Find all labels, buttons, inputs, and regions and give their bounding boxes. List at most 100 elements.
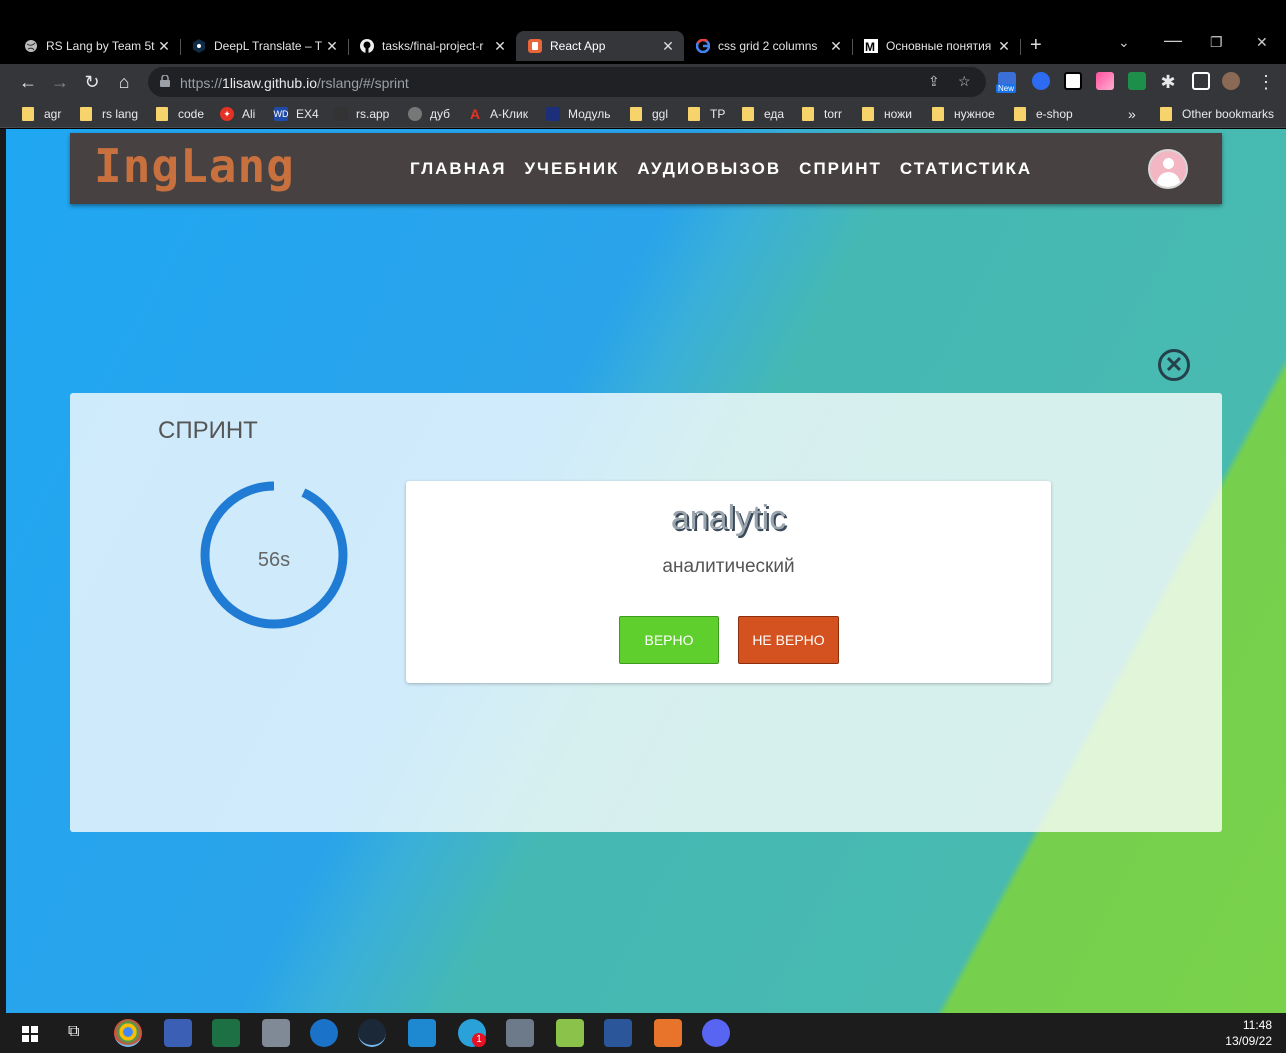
- share-icon[interactable]: ⇪: [928, 73, 940, 90]
- reload-icon[interactable]: ↻: [80, 70, 104, 94]
- tab-separator: [1020, 39, 1021, 55]
- tab-title: React App: [550, 39, 606, 53]
- globe-icon: [24, 39, 38, 53]
- back-icon[interactable]: ←: [16, 70, 40, 94]
- restore-icon[interactable]: ❐: [1210, 34, 1223, 51]
- close-game-icon[interactable]: ✕: [1158, 349, 1190, 381]
- bookmark-nuzhnoe[interactable]: нужное: [932, 105, 995, 123]
- bookmark-torr[interactable]: torr: [802, 105, 842, 123]
- bookmark-ggl[interactable]: ggl: [630, 105, 668, 123]
- address-bar[interactable]: https://1lisaw.github.io/rslang/#/sprint…: [148, 67, 986, 97]
- menu-dots-icon[interactable]: ⋮: [1254, 70, 1278, 94]
- extension-bookmark-icon[interactable]: [1032, 72, 1050, 90]
- butterfly-taskbar-icon[interactable]: [654, 1019, 682, 1047]
- chrome-taskbar-icon[interactable]: [114, 1019, 142, 1047]
- vscode-taskbar-icon[interactable]: [408, 1019, 436, 1047]
- bookmark-a-click[interactable]: A А-Клик: [468, 105, 528, 123]
- home-icon[interactable]: ⌂: [112, 70, 136, 94]
- folder-icon: [802, 107, 814, 121]
- timer-label: 56s: [257, 549, 291, 571]
- discord-taskbar-icon[interactable]: [702, 1019, 730, 1047]
- tab-deepl[interactable]: DeepL Translate – T ✕: [180, 31, 349, 61]
- tab-github[interactable]: tasks/final-project-r ✕: [348, 31, 517, 61]
- save-app-taskbar-icon[interactable]: [164, 1019, 192, 1047]
- windows-start-icon[interactable]: [22, 1026, 38, 1042]
- bookmark-tp[interactable]: TP: [688, 105, 725, 123]
- profile-avatar[interactable]: [1222, 72, 1240, 90]
- app-logo[interactable]: IngLang: [94, 139, 295, 193]
- translation-word: аналитический: [662, 556, 795, 577]
- bookmark-agr[interactable]: agr: [22, 105, 61, 123]
- bookmark-ali[interactable]: ✦ Ali: [220, 105, 255, 123]
- tab-osnovnye[interactable]: M Основные понятия ✕: [852, 31, 1021, 61]
- tab-close-icon[interactable]: ✕: [492, 38, 508, 55]
- tab-close-icon[interactable]: ✕: [828, 38, 844, 55]
- telegram-taskbar-icon[interactable]: 1: [458, 1019, 486, 1047]
- bookmark-label: ggl: [652, 107, 669, 121]
- forward-icon[interactable]: →: [48, 70, 72, 94]
- extension-green-icon[interactable]: [1128, 72, 1146, 90]
- correct-button[interactable]: ВЕРНО: [619, 616, 719, 664]
- minimize-icon[interactable]: —: [1164, 30, 1182, 51]
- tool-taskbar-icon[interactable]: [506, 1019, 534, 1047]
- nav-audiochallenge[interactable]: АУДИОВЫЗОВ: [637, 159, 781, 179]
- wrong-button[interactable]: НЕ ВЕРНО: [738, 616, 839, 664]
- new-tab-button[interactable]: +: [1030, 34, 1042, 57]
- side-panel-icon[interactable]: [1192, 72, 1210, 90]
- nav-textbook[interactable]: УЧЕБНИК: [524, 159, 619, 179]
- excel-taskbar-icon[interactable]: [212, 1019, 240, 1047]
- notepad-taskbar-icon[interactable]: [556, 1019, 584, 1047]
- tab-close-icon[interactable]: ✕: [156, 38, 172, 55]
- bookmark-label: еда: [764, 107, 785, 121]
- tab-close-icon[interactable]: ✕: [324, 38, 340, 55]
- folder-icon: [80, 107, 92, 121]
- tab-rs-lang[interactable]: RS Lang by Team 5t ✕: [12, 31, 181, 61]
- network-taskbar-icon[interactable]: [262, 1019, 290, 1047]
- steam-taskbar-icon[interactable]: [358, 1019, 386, 1047]
- tab-google[interactable]: css grid 2 columns ✕: [684, 31, 853, 61]
- tab-title: css grid 2 columns: [718, 39, 818, 53]
- tab-title: Основные понятия: [886, 39, 992, 53]
- clock-date: 13/09/22: [1225, 1034, 1272, 1048]
- tab-react-app[interactable]: React App ✕: [516, 31, 684, 61]
- clock-time: 11:48: [1242, 1018, 1272, 1032]
- bookmark-e-shop[interactable]: e-shop: [1014, 105, 1073, 123]
- tab-close-icon[interactable]: ✕: [660, 38, 676, 55]
- window-close-icon[interactable]: ✕: [1256, 34, 1268, 51]
- windows-taskbar: ⧉ 1 11:48 13/09/22: [0, 1013, 1286, 1053]
- bookmark-rs-app[interactable]: rs.app: [334, 105, 389, 123]
- bookmark-code[interactable]: code: [156, 105, 204, 123]
- bookmark-label: ножи: [884, 107, 912, 121]
- tab-list: RS Lang by Team 5t ✕ DeepL Translate – T…: [12, 31, 1021, 61]
- lock-icon: [160, 75, 170, 87]
- nav-sprint[interactable]: СПРИНТ: [799, 159, 882, 179]
- rs-icon: [334, 107, 348, 121]
- extensions-puzzle-icon[interactable]: ✱: [1156, 70, 1180, 94]
- folder-icon: [688, 107, 700, 121]
- bookmark-label: rs.app: [356, 107, 390, 121]
- app-taskbar-icon[interactable]: [310, 1019, 338, 1047]
- bookmark-rs-lang[interactable]: rs lang: [80, 105, 138, 123]
- word-card: analytic аналитический ВЕРНО НЕ ВЕРНО: [406, 481, 1051, 683]
- system-clock[interactable]: 11:48 13/09/22: [1225, 1017, 1272, 1049]
- tab-search-icon[interactable]: ⌄: [1118, 34, 1130, 51]
- extension-new-icon[interactable]: New: [996, 72, 1017, 93]
- extension-pink-icon[interactable]: [1096, 72, 1114, 90]
- bookmarks-overflow-button[interactable]: »: [1128, 105, 1136, 123]
- bookmark-nozhi[interactable]: ножи: [862, 105, 912, 123]
- word-taskbar-icon[interactable]: [604, 1019, 632, 1047]
- other-bookmarks[interactable]: Other bookmarks: [1160, 105, 1274, 123]
- nav-statistics[interactable]: СТАТИСТИКА: [900, 159, 1032, 179]
- bookmark-star-icon[interactable]: ☆: [958, 73, 971, 90]
- bookmark-eda[interactable]: еда: [742, 105, 784, 123]
- task-view-icon[interactable]: ⧉: [68, 1023, 79, 1041]
- bookmark-ex4[interactable]: WD EX4: [274, 105, 319, 123]
- bookmark-dub[interactable]: дуб: [408, 105, 450, 123]
- folder-icon: [1014, 107, 1026, 121]
- bookmarks-bar: agr rs lang code ✦ Ali WD EX4 rs.app дуб A…: [0, 100, 1286, 128]
- nav-main[interactable]: ГЛАВНАЯ: [410, 159, 506, 179]
- bookmark-modul[interactable]: Модуль: [546, 105, 611, 123]
- tab-close-icon[interactable]: ✕: [996, 38, 1012, 55]
- notion-icon[interactable]: [1064, 72, 1082, 90]
- user-avatar-icon[interactable]: [1148, 149, 1188, 189]
